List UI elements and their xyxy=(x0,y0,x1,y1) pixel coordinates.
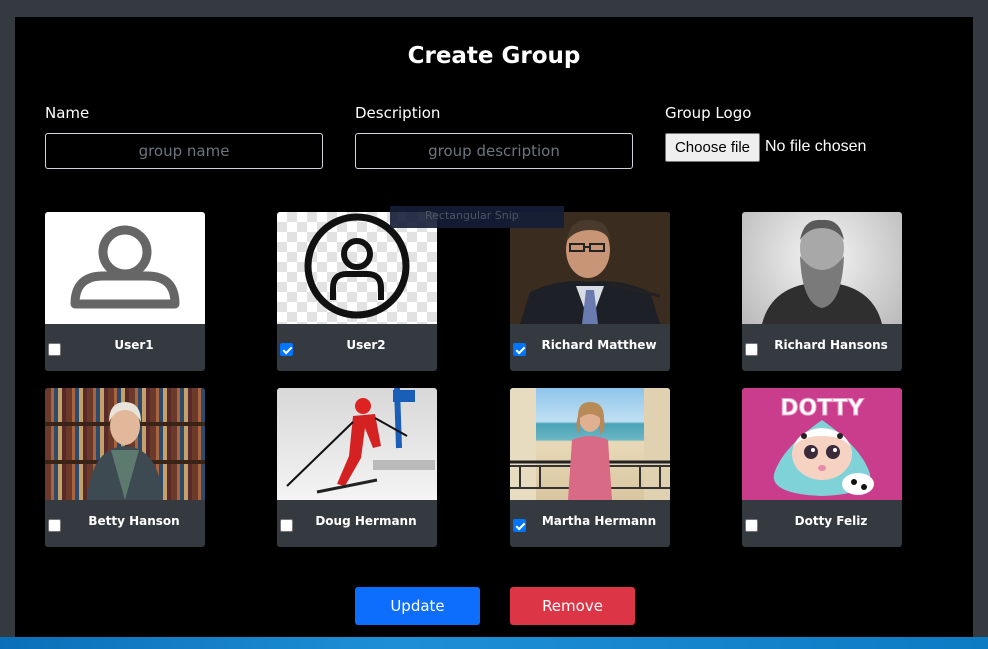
select-checkbox[interactable] xyxy=(48,343,61,356)
select-checkbox[interactable] xyxy=(280,519,293,532)
select-checkbox[interactable] xyxy=(513,343,526,356)
user-card[interactable]: Betty Hanson xyxy=(45,388,205,547)
user-name: Dotty Feliz xyxy=(794,514,868,528)
description-label: Description xyxy=(355,104,441,122)
photo-skier xyxy=(277,388,437,500)
dotty-logo-text: DOTTY xyxy=(780,396,864,421)
user-outline-avatar xyxy=(45,212,205,324)
photo-bearded-man-portrait xyxy=(742,212,902,324)
user-card[interactable]: User2 xyxy=(277,212,437,371)
user-card[interactable]: Richard Hansons xyxy=(742,212,902,371)
update-button[interactable]: Update xyxy=(355,587,480,625)
user-card[interactable]: Richard Matthew xyxy=(510,212,670,371)
cartoon-doll-dotty: DOTTY xyxy=(742,388,902,500)
user-name: Martha Hermann xyxy=(541,514,657,528)
user-name: Richard Hansons xyxy=(774,338,888,352)
group-name-input[interactable] xyxy=(45,133,323,169)
user-name: User2 xyxy=(346,338,386,352)
choose-file-button[interactable]: Choose file xyxy=(665,133,760,162)
photo-woman-balcony xyxy=(510,388,670,500)
taskbar-strip xyxy=(0,637,988,649)
photo-man-speaking xyxy=(510,212,670,324)
rectangular-snip-overlay: Rectangular Snip xyxy=(390,206,564,228)
user-name: Doug Hermann xyxy=(315,514,417,528)
create-group-panel: Create Group Name Description Group Logo… xyxy=(15,17,973,637)
name-label: Name xyxy=(45,104,90,122)
select-checkbox[interactable] xyxy=(745,343,758,356)
user-name: Richard Matthew xyxy=(541,338,657,352)
page-title: Create Group xyxy=(407,43,581,69)
remove-button[interactable]: Remove xyxy=(510,587,635,625)
user-card[interactable]: Doug Hermann xyxy=(277,388,437,547)
user-card[interactable]: Martha Hermann xyxy=(510,388,670,547)
file-status-text: No file chosen xyxy=(765,138,867,155)
user-circle-avatar xyxy=(277,212,437,324)
select-checkbox[interactable] xyxy=(48,519,61,532)
select-checkbox[interactable] xyxy=(745,519,758,532)
user-name: User1 xyxy=(114,338,154,352)
group-logo-label: Group Logo xyxy=(665,104,752,122)
select-checkbox[interactable] xyxy=(280,343,293,356)
group-description-input[interactable] xyxy=(355,133,633,169)
user-card[interactable]: User1 xyxy=(45,212,205,371)
user-card[interactable]: DOTTY Dotty Feliz xyxy=(742,388,902,547)
select-checkbox[interactable] xyxy=(513,519,526,532)
user-name: Betty Hanson xyxy=(88,514,180,528)
photo-woman-bookshelf xyxy=(45,388,205,500)
